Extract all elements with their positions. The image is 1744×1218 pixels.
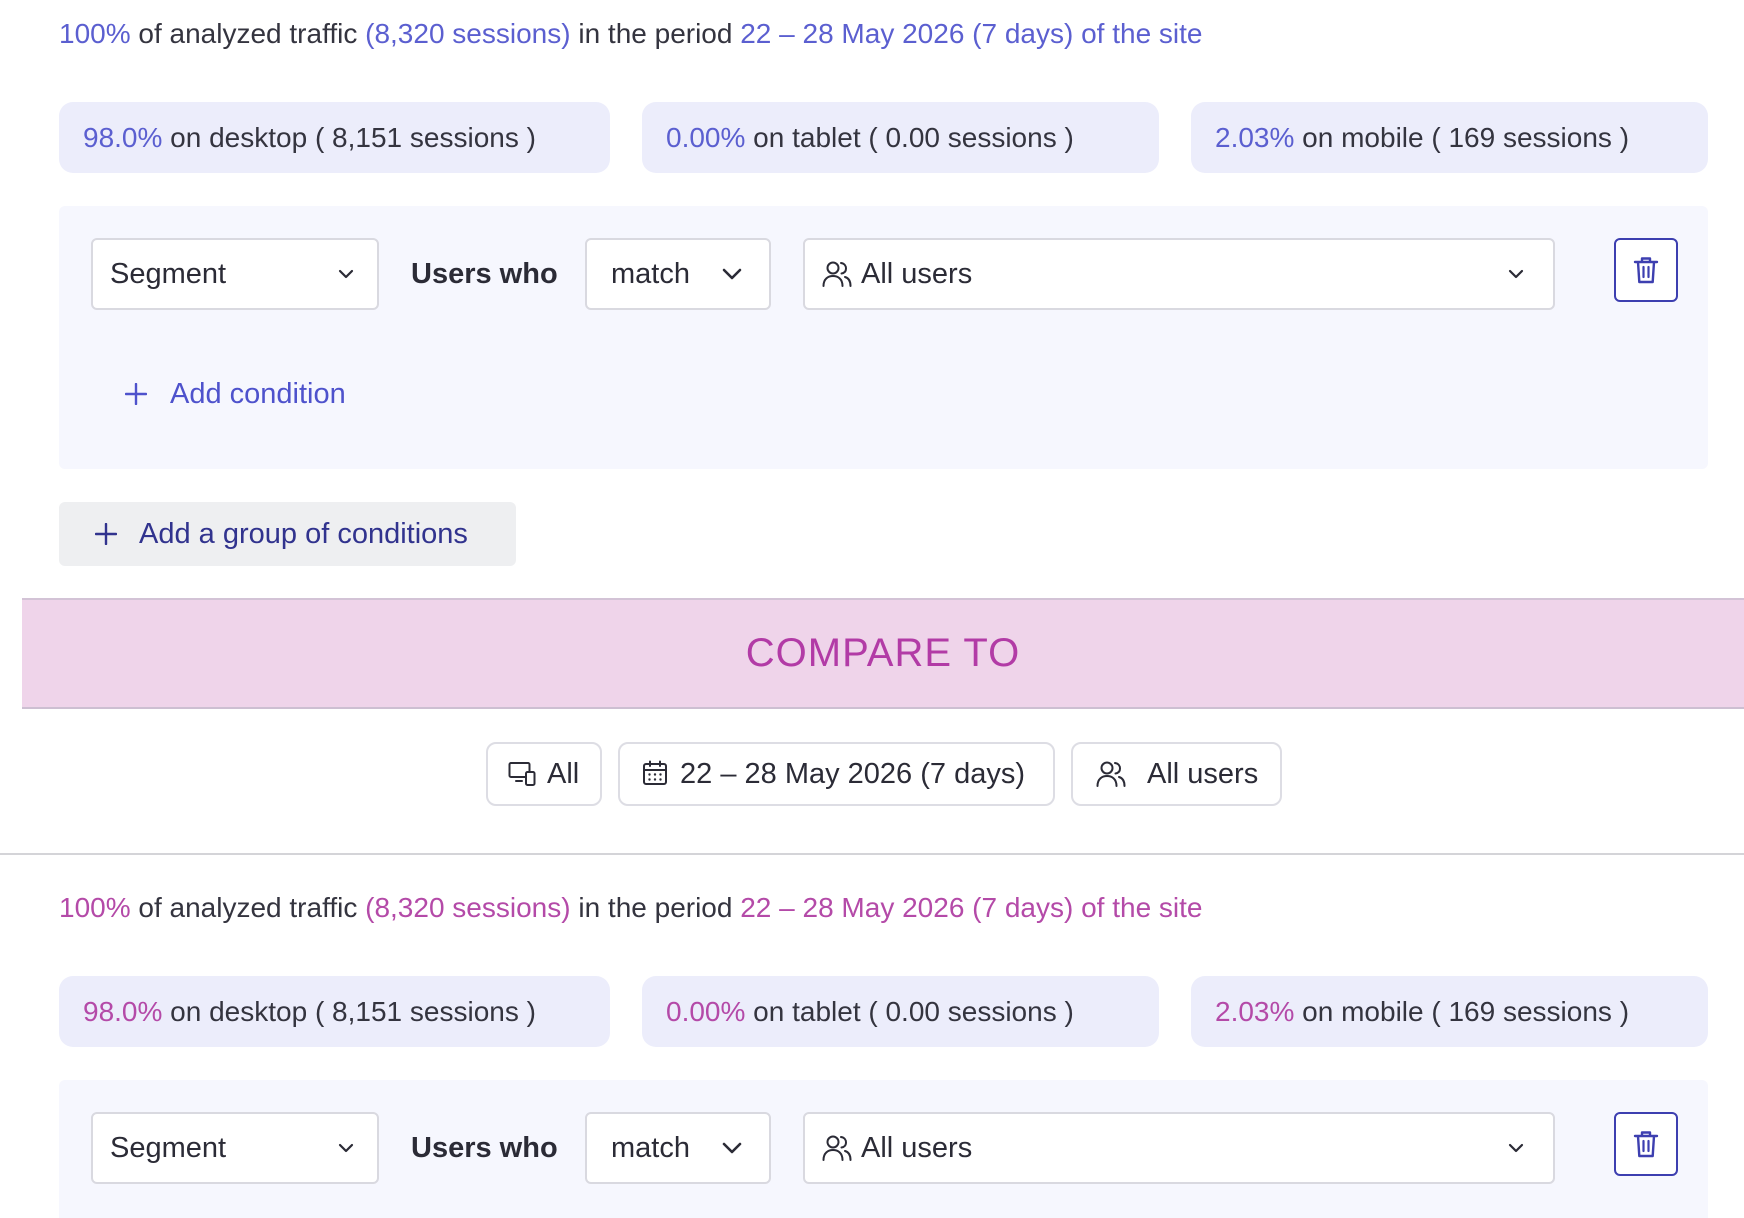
summary-text: in the period [570, 892, 741, 923]
device-pct: 98.0% [83, 122, 163, 153]
segment-select[interactable]: Segment [91, 1112, 379, 1184]
device-label: on desktop ( 8,151 sessions ) [162, 122, 536, 153]
device-filter-chip[interactable]: All [486, 742, 602, 806]
users-select-value: All users [861, 258, 973, 290]
users-icon [822, 1135, 852, 1161]
add-condition-button[interactable]: Add condition [125, 374, 346, 414]
summary-text: of analyzed traffic [130, 18, 366, 49]
match-select-value: match [611, 258, 690, 290]
add-group-label: Add a group of conditions [139, 518, 468, 550]
users-filter-value: All users [1147, 758, 1259, 790]
users-filter-chip[interactable]: All users [1071, 742, 1282, 806]
plus-icon [125, 383, 147, 405]
device-label: on mobile ( 169 sessions ) [1294, 122, 1630, 153]
delete-condition-button[interactable] [1614, 1112, 1678, 1176]
device-pct: 98.0% [83, 996, 163, 1027]
users-who-label: Users who [411, 258, 558, 290]
condition-group-a: Segment Users who match All users Add co… [59, 206, 1708, 469]
device-filter-value: All [547, 758, 580, 790]
date-filter-chip[interactable]: 22 – 28 May 2026 (7 days) [618, 742, 1055, 806]
device-label: on mobile ( 169 sessions ) [1294, 996, 1630, 1027]
trash-icon [1633, 1131, 1659, 1158]
summary-sessions: (8,320 sessions) [365, 892, 571, 923]
users-icon [822, 261, 852, 287]
calendar-icon [643, 760, 667, 785]
device-pill-desktop: 98.0% on desktop ( 8,151 sessions ) [59, 976, 610, 1047]
trash-icon [1633, 257, 1659, 284]
traffic-summary-b: 100% of analyzed traffic (8,320 sessions… [59, 891, 1203, 925]
device-pill-mobile: 2.03% on mobile ( 169 sessions ) [1191, 976, 1708, 1047]
users-select[interactable]: All users [803, 1112, 1555, 1184]
chevron-down-icon [338, 269, 354, 279]
summary-period: 22 – 28 May 2026 (7 days) of the site [740, 892, 1203, 923]
summary-sessions: (8,320 sessions) [365, 18, 571, 49]
condition-group-b: Segment Users who match All users [59, 1080, 1708, 1218]
device-pill-tablet: 0.00% on tablet ( 0.00 sessions ) [642, 102, 1159, 173]
users-who-label: Users who [411, 1132, 558, 1164]
device-label: on tablet ( 0.00 sessions ) [745, 122, 1074, 153]
traffic-summary-a: 100% of analyzed traffic (8,320 sessions… [59, 17, 1203, 51]
device-breakdown-b: 98.0% on desktop ( 8,151 sessions ) 0.00… [59, 976, 1708, 1047]
users-icon [1096, 761, 1126, 787]
plus-icon [95, 523, 117, 545]
device-pct: 0.00% [666, 122, 746, 153]
match-select[interactable]: match [585, 1112, 771, 1184]
match-select-value: match [611, 1132, 690, 1164]
add-group-of-conditions-button[interactable]: Add a group of conditions [59, 502, 516, 566]
device-pct: 2.03% [1215, 996, 1295, 1027]
users-select[interactable]: All users [803, 238, 1555, 310]
devices-icon [508, 762, 536, 786]
summary-pct: 100% [59, 892, 131, 923]
device-pill-mobile: 2.03% on mobile ( 169 sessions ) [1191, 102, 1708, 173]
section-divider [0, 853, 1744, 855]
chevron-down-icon [1508, 1143, 1524, 1153]
segment-select[interactable]: Segment [91, 238, 379, 310]
chevron-down-icon [338, 1143, 354, 1153]
device-pill-tablet: 0.00% on tablet ( 0.00 sessions ) [642, 976, 1159, 1047]
device-pill-desktop: 98.0% on desktop ( 8,151 sessions ) [59, 102, 610, 173]
chevron-down-icon [722, 268, 742, 280]
summary-period: 22 – 28 May 2026 (7 days) of the site [740, 18, 1203, 49]
chevron-down-icon [722, 1142, 742, 1154]
match-select[interactable]: match [585, 238, 771, 310]
segment-select-value: Segment [110, 1132, 227, 1164]
compare-to-banner: COMPARE TO [22, 598, 1744, 709]
device-breakdown-a: 98.0% on desktop ( 8,151 sessions ) 0.00… [59, 102, 1708, 173]
summary-pct: 100% [59, 18, 131, 49]
device-label: on tablet ( 0.00 sessions ) [745, 996, 1074, 1027]
chevron-down-icon [1508, 269, 1524, 279]
users-select-value: All users [861, 1132, 973, 1164]
summary-text: of analyzed traffic [130, 892, 366, 923]
device-pct: 0.00% [666, 996, 746, 1027]
delete-condition-button[interactable] [1614, 238, 1678, 302]
summary-text: in the period [570, 18, 741, 49]
device-label: on desktop ( 8,151 sessions ) [162, 996, 536, 1027]
device-pct: 2.03% [1215, 122, 1295, 153]
date-filter-value: 22 – 28 May 2026 (7 days) [680, 758, 1025, 790]
add-condition-label: Add condition [170, 378, 346, 410]
segment-select-value: Segment [110, 258, 227, 290]
